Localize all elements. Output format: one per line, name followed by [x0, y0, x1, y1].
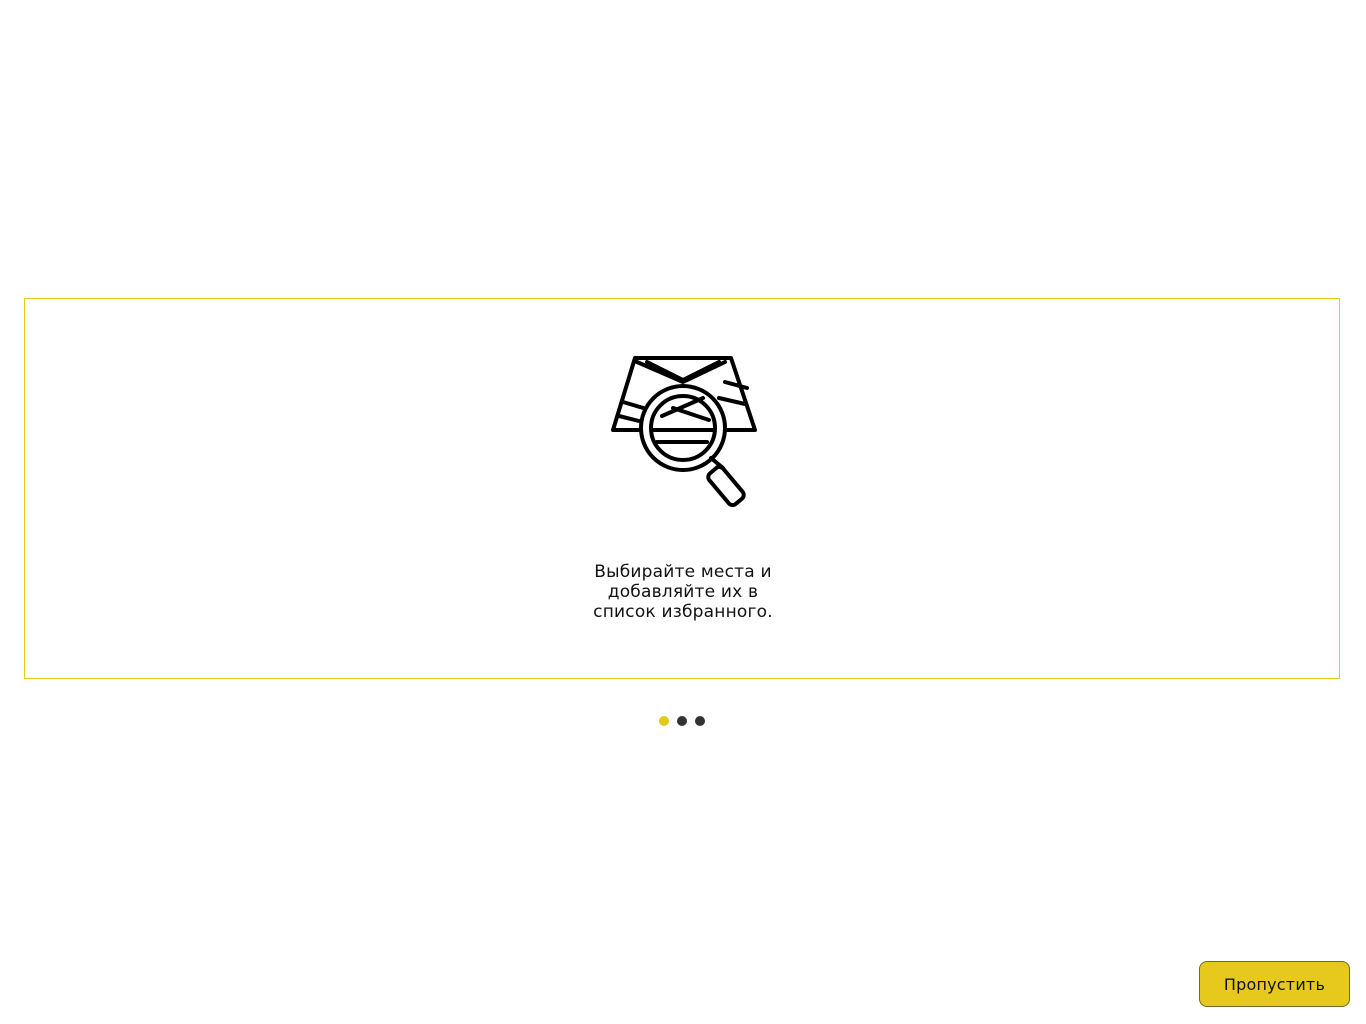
map-search-icon [607, 354, 761, 510]
pagination-dot-2[interactable] [677, 716, 687, 726]
pagination-dot-3[interactable] [695, 716, 705, 726]
pagination-dot-1[interactable] [659, 716, 669, 726]
onboarding-description: Выбирайте места и добавляйте их в список… [593, 562, 773, 622]
slide-pagination [659, 716, 705, 726]
skip-button[interactable]: Пропустить [1199, 961, 1350, 1007]
